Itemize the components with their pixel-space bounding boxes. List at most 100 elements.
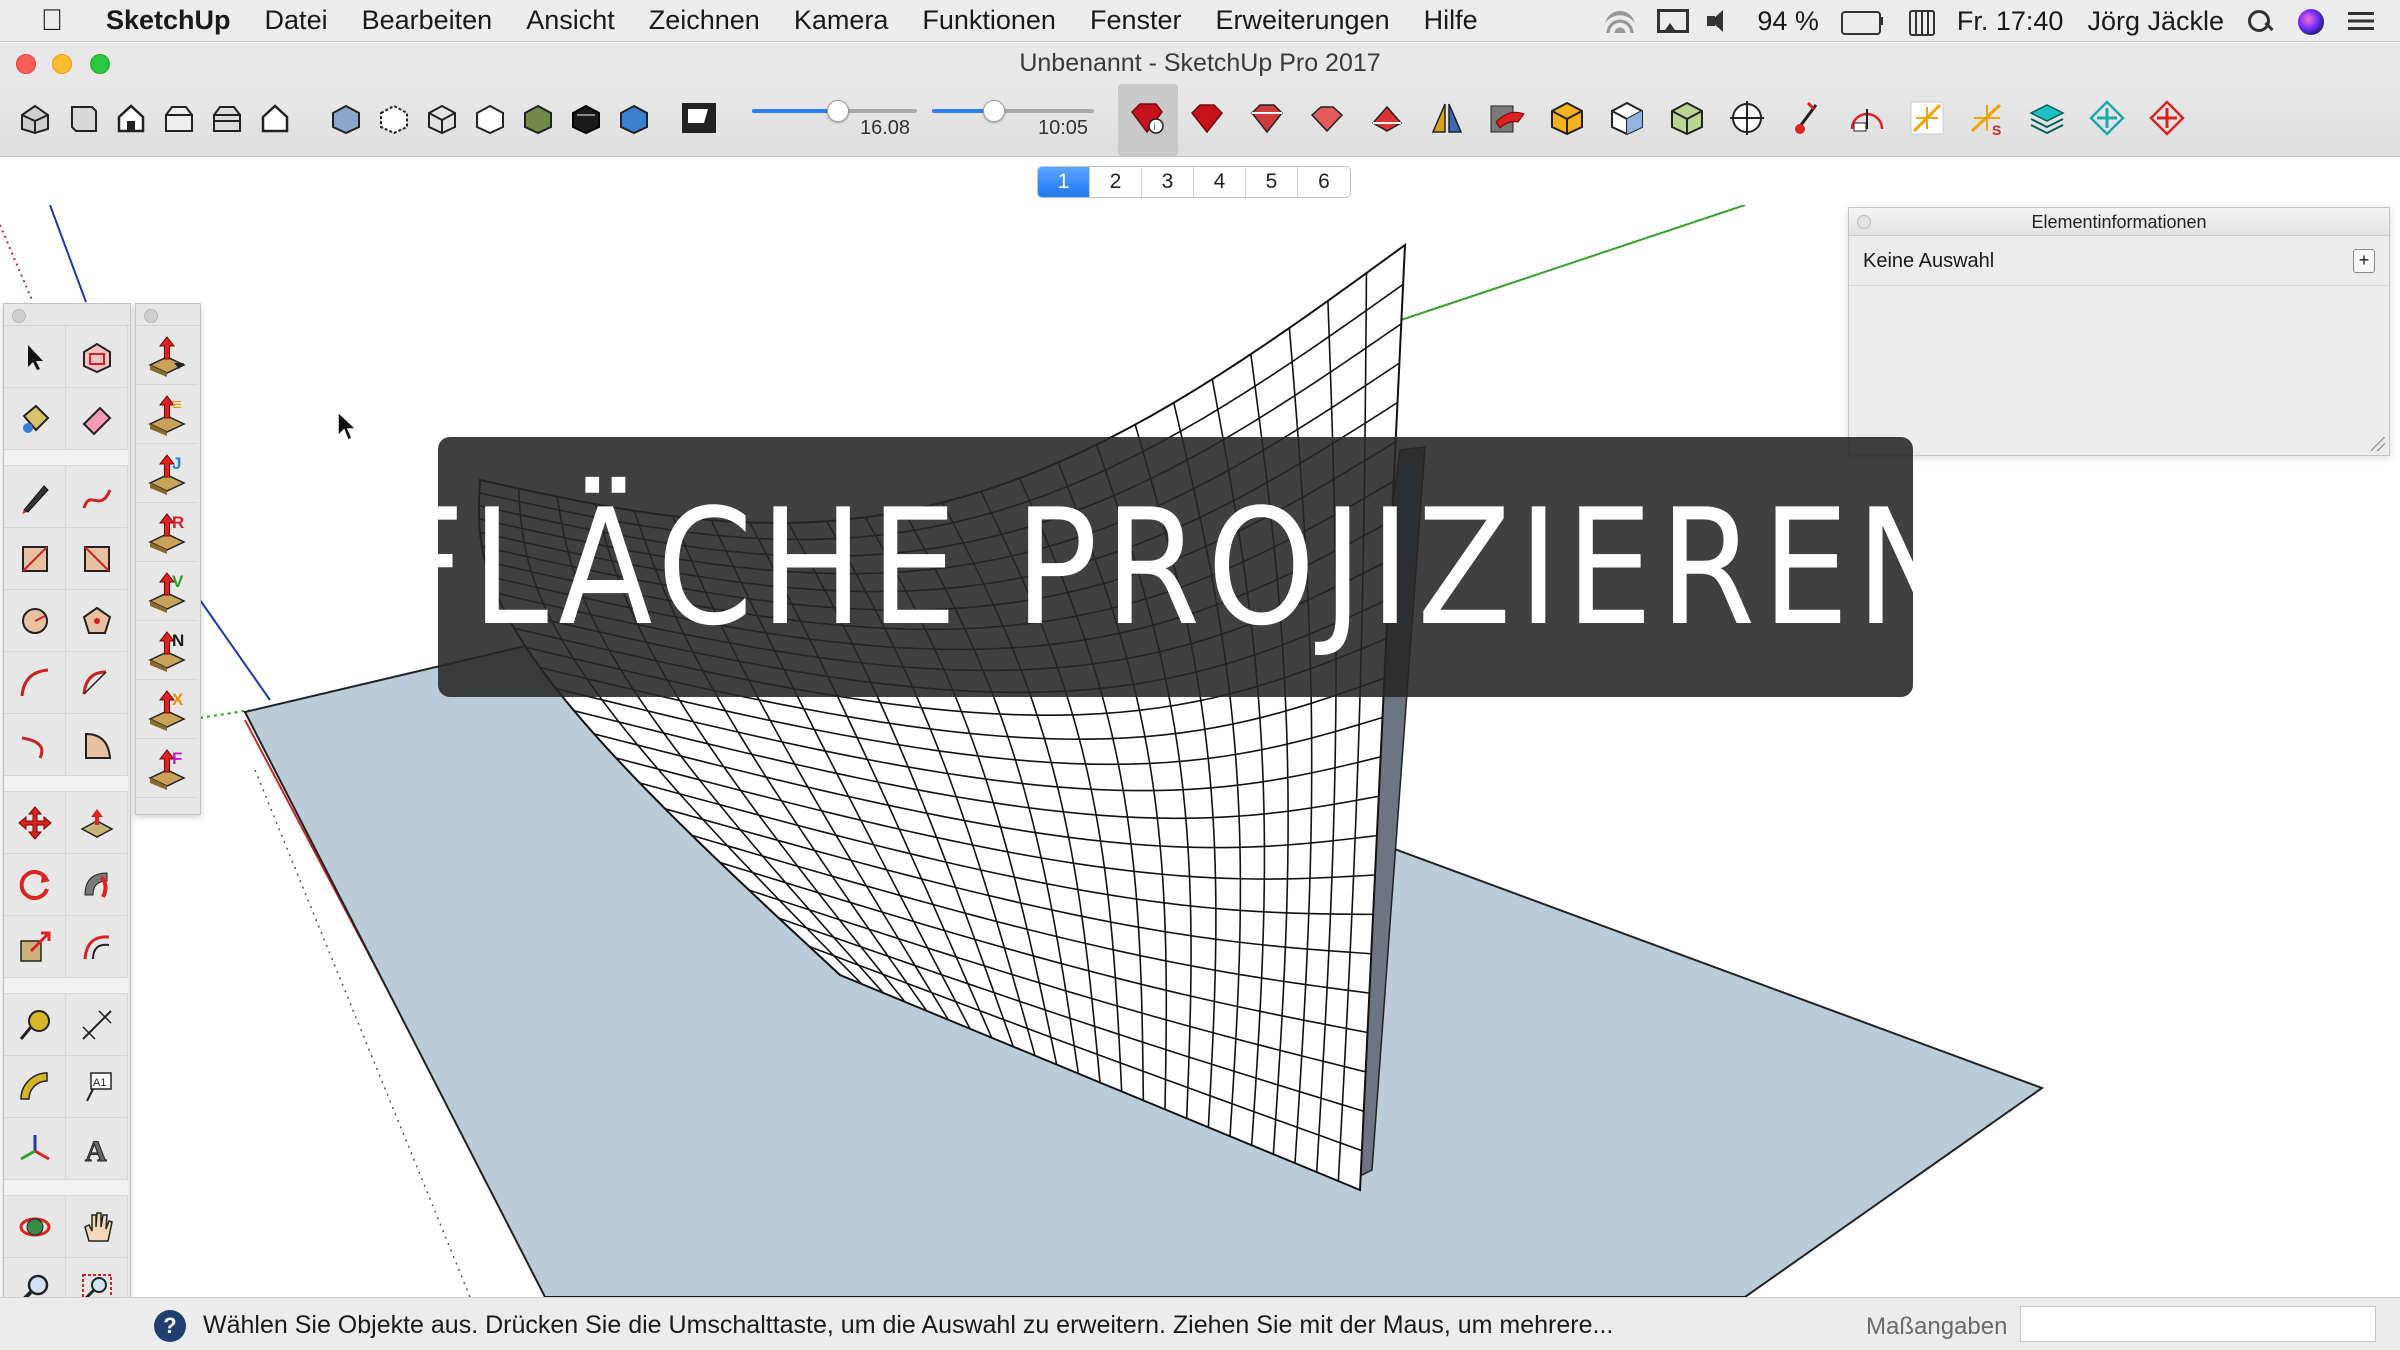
scene-tab-6[interactable]: 6 [1298,167,1350,197]
shadow-time-slider[interactable] [932,100,1094,122]
menu-clock[interactable]: Fr. 17:40 [1945,6,2076,37]
tape-measure-tool[interactable] [4,994,66,1056]
scene-tab-5[interactable]: 5 [1246,167,1298,197]
siri-icon[interactable] [2296,9,2326,35]
section-fill-button[interactable] [1848,99,1886,137]
ruby-console-button[interactable] [1188,99,1226,137]
sandbox-tool-7[interactable]: X [136,680,198,739]
style-xray-button[interactable] [327,99,365,137]
sandbox-tool-3[interactable]: J [136,444,198,503]
shadows-toggle-button[interactable] [680,99,718,137]
union-button[interactable] [1368,99,1406,137]
orbit-tool[interactable] [4,1196,66,1258]
select-tool[interactable] [4,326,66,388]
sandbox-tool-2[interactable]: ≡ [136,385,198,444]
style-textures-button[interactable] [567,99,605,137]
make-component-tool[interactable] [66,326,128,388]
section-display-button[interactable] [1788,99,1826,137]
window-minimize-button[interactable] [52,54,72,74]
style-monochrome-button[interactable] [615,99,653,137]
shadow-date-knob[interactable] [826,100,849,122]
expand-button[interactable]: + [2353,249,2375,273]
protractor-tool[interactable] [4,1056,66,1118]
measurements-input[interactable] [2020,1306,2376,1342]
polygon-tool[interactable] [66,590,128,652]
entity-info-button[interactable]: i [1128,99,1166,137]
view-left-button[interactable] [256,99,294,137]
style-shaded-button[interactable] [519,99,557,137]
section-plane-button[interactable] [1728,99,1766,137]
menu-user[interactable]: Jörg Jäckle [2075,6,2236,37]
move-tool[interactable] [4,792,66,854]
dimension-tool[interactable] [66,994,128,1056]
style-hidden-line-button[interactable] [471,99,509,137]
trim-button[interactable] [1608,99,1646,137]
pie-tool[interactable] [66,714,128,776]
shadow-date-slider[interactable] [752,100,917,122]
paint-bucket-tool[interactable] [4,388,66,450]
scale-tool[interactable] [4,916,66,978]
menu-bearbeiten[interactable]: Bearbeiten [345,5,510,36]
intersect-button[interactable] [1308,99,1346,137]
rotate-tool[interactable] [4,854,66,916]
arc-tool[interactable] [4,652,66,714]
pan-tool[interactable] [66,1196,128,1258]
menu-kamera[interactable]: Kamera [777,5,906,36]
view-right-button[interactable] [160,99,198,137]
follow-me-tool[interactable] [66,854,128,916]
axes-tool[interactable] [4,1118,66,1180]
shadow-time-knob[interactable] [982,100,1005,122]
text-tool[interactable]: A1 [66,1056,128,1118]
sandbox-tool-8[interactable]: F [136,739,198,798]
scene-tab-1[interactable]: 1 [1038,167,1090,197]
eraser-tool[interactable] [66,388,128,450]
menu-app-name[interactable]: SketchUp [82,5,248,36]
explode-sandbox-button[interactable]: S [1968,99,2006,137]
resize-grip-icon[interactable] [2371,437,2385,451]
add-axis-button[interactable] [2148,99,2186,137]
window-zoom-button[interactable] [90,54,110,74]
sandbox-tool-4[interactable]: R [136,503,198,562]
scene-tab-2[interactable]: 2 [1090,167,1142,197]
menu-erweiterungen[interactable]: Erweiterungen [1199,5,1407,36]
view-top-button[interactable] [64,99,102,137]
sandbox-tool-1[interactable] [136,326,198,385]
flip-along-button[interactable] [1428,99,1466,137]
rotated-rectangle-tool[interactable] [66,528,128,590]
menu-funktionen[interactable]: Funktionen [905,5,1073,36]
scene-tab-3[interactable]: 3 [1142,167,1194,197]
battery-icon[interactable] [1840,9,1885,35]
menu-fenster[interactable]: Fenster [1073,5,1199,36]
calculator-icon[interactable] [1905,9,1935,36]
circle-tool[interactable] [4,590,66,652]
entity-info-header[interactable]: Elementinformationen [1849,208,2389,236]
style-wireframe-button[interactable] [423,99,461,137]
wifi-icon[interactable] [1605,9,1636,33]
push-pull-tool[interactable] [66,792,128,854]
apple-icon[interactable]:  [22,4,82,38]
freehand-tool[interactable] [66,466,128,528]
follow-me-button[interactable] [1488,99,1526,137]
view-back-button[interactable] [208,99,246,137]
view-iso-button[interactable] [16,99,54,137]
window-close-button[interactable] [16,54,36,74]
outer-shell-button[interactable] [1248,99,1286,137]
style-back-edges-button[interactable] [375,99,413,137]
scene-tab-4[interactable]: 4 [1194,167,1246,197]
sandbox-tool-6[interactable]: N [136,621,198,680]
notification-center-icon[interactable] [2346,9,2376,33]
airplay-icon[interactable] [1655,9,1690,33]
split-button[interactable] [1548,99,1586,137]
3d-text-tool[interactable]: A [66,1118,128,1180]
subtract-button[interactable] [1668,99,1706,137]
volume-icon[interactable] [1705,9,1735,33]
menu-hilfe[interactable]: Hilfe [1407,5,1495,36]
two-point-arc-tool[interactable] [66,652,128,714]
menu-datei[interactable]: Datei [248,5,345,36]
rectangle-tool[interactable] [4,528,66,590]
panel-close-button[interactable] [1857,215,1871,229]
view-front-button[interactable] [112,99,150,137]
spotlight-search-icon[interactable] [2246,9,2276,33]
sandbox-tool-5[interactable]: V [136,562,198,621]
layers-button[interactable] [2028,99,2066,137]
